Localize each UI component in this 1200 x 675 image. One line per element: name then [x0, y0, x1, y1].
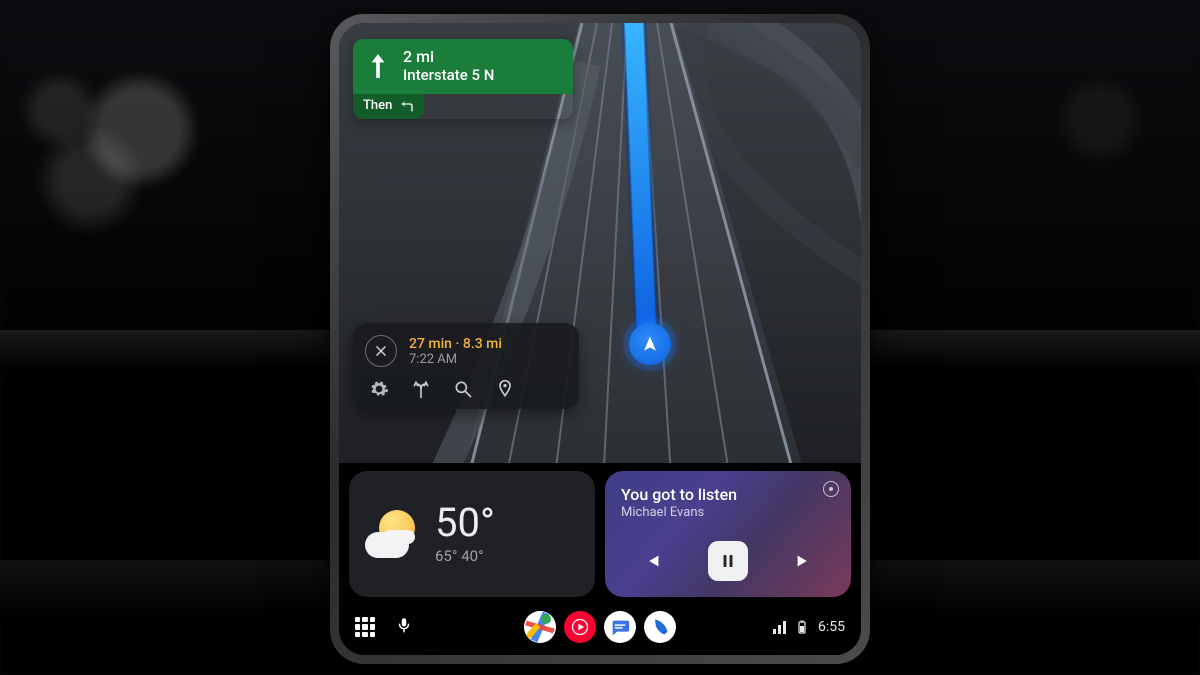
youtube-music-icon — [570, 617, 590, 637]
app-phone[interactable] — [644, 611, 676, 643]
trip-arrival-time: 7:22 AM — [409, 352, 502, 367]
screen: 2 mi Interstate 5 N Then — [339, 23, 861, 655]
direction-then: Then — [353, 94, 424, 119]
pin-icon — [495, 379, 515, 399]
alt-routes-button[interactable] — [411, 379, 431, 399]
search-button[interactable] — [453, 379, 473, 399]
trip-panel: 27 min · 8.3 mi 7:22 AM — [353, 323, 579, 409]
mic-icon — [395, 616, 413, 634]
app-dock — [524, 611, 676, 643]
direction-arrow-icon — [363, 52, 393, 80]
messages-icon — [609, 616, 631, 638]
voice-assistant-button[interactable] — [395, 616, 413, 638]
weather-low: 40° — [461, 547, 483, 565]
media-pause-button[interactable] — [708, 541, 748, 581]
nav-settings-button[interactable] — [369, 379, 389, 399]
then-label: Then — [363, 98, 392, 113]
current-location-marker — [629, 323, 671, 365]
weather-card[interactable]: 50° 65° 40° — [349, 471, 595, 597]
direction-card[interactable]: 2 mi Interstate 5 N Then — [353, 39, 573, 119]
media-card[interactable]: You got to listen Michael Evans — [605, 471, 851, 597]
skip-next-icon — [793, 550, 815, 572]
weather-range: 65° 40° — [435, 547, 495, 565]
weather-icon — [365, 506, 421, 562]
app-launcher-button[interactable] — [355, 617, 375, 637]
media-artist: Michael Evans — [621, 505, 835, 520]
pause-icon — [719, 552, 737, 570]
media-source-icon — [823, 481, 839, 497]
trip-eta-line: 27 min · 8.3 mi — [409, 336, 502, 352]
gear-icon — [369, 379, 389, 399]
alt-route-icon — [411, 379, 431, 399]
direction-distance: 2 mi — [403, 47, 494, 66]
nav-arrow-icon — [640, 334, 660, 354]
turn-left-icon — [398, 99, 414, 113]
cards-row: 50° 65° 40° You got to listen Michael Ev… — [349, 471, 851, 597]
app-messages[interactable] — [604, 611, 636, 643]
search-icon — [453, 379, 473, 399]
phone-icon — [650, 617, 670, 637]
weather-current-temp: 50° — [435, 503, 495, 543]
end-navigation-button[interactable] — [365, 335, 397, 367]
system-bar: 6:55 — [339, 599, 861, 655]
navigation-map[interactable]: 2 mi Interstate 5 N Then — [339, 23, 861, 463]
battery-icon — [798, 620, 806, 634]
app-maps[interactable] — [524, 611, 556, 643]
tablet-device: 2 mi Interstate 5 N Then — [330, 14, 870, 664]
weather-high: 65° — [435, 547, 457, 565]
direction-road: Interstate 5 N — [403, 66, 494, 84]
status-clock: 6:55 — [818, 619, 845, 635]
app-grid-icon — [355, 617, 375, 637]
maps-icon — [524, 611, 556, 643]
media-prev-button[interactable] — [641, 550, 663, 572]
app-youtube-music[interactable] — [564, 611, 596, 643]
close-icon — [374, 344, 388, 358]
skip-prev-icon — [641, 550, 663, 572]
media-track-title: You got to listen — [621, 485, 835, 504]
signal-icon — [773, 620, 786, 634]
direction-primary: 2 mi Interstate 5 N — [353, 39, 573, 94]
add-stop-button[interactable] — [495, 379, 515, 399]
media-next-button[interactable] — [793, 550, 815, 572]
